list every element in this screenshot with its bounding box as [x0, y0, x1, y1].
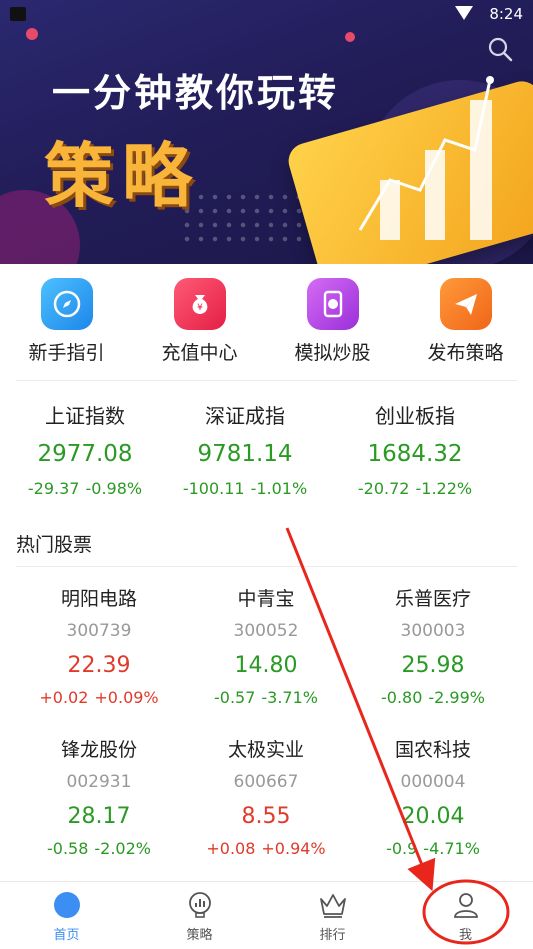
stock-name: 中青宝 [237, 588, 295, 610]
stock-change: -0.9 -4.71% [386, 839, 480, 858]
stock-change: -0.57 -3.71% [213, 688, 318, 707]
menu-label: 充值中心 [161, 342, 238, 364]
home-dot-icon [52, 890, 82, 920]
menu-item-guide[interactable]: 新手指引 [0, 278, 133, 365]
stock-price: 8.55 [241, 804, 291, 829]
stock-item[interactable]: 明阳电路 300739 22.39 +0.02 +0.09% [14, 584, 184, 707]
stock-name: 明阳电路 [60, 588, 137, 610]
decor-dot [345, 32, 355, 42]
stock-price: 14.80 [234, 653, 298, 678]
stock-item[interactable]: 乐普医疗 300003 25.98 -0.80 -2.99% [348, 584, 518, 707]
index-value: 9781.14 [197, 441, 293, 467]
person-icon [451, 890, 481, 920]
tab-label: 策略 [186, 928, 213, 943]
index-name: 上证指数 [45, 404, 125, 428]
quick-menu: 新手指引 ¥ 充值中心 模拟炒股 发布策略 [0, 264, 533, 380]
menu-label: 发布策略 [427, 342, 504, 364]
divider [16, 566, 517, 567]
stock-change: +0.08 +0.94% [206, 839, 326, 858]
app-screen: 8:24 一分钟教你玩转 策略 新手指引 ¥ 充值中心 模拟炒股 发布策略 上证… [0, 0, 533, 949]
stock-price: 25.98 [401, 653, 465, 678]
banner-subtitle: 策略 [44, 135, 200, 217]
lightbulb-chart-icon [185, 890, 215, 920]
stock-item[interactable]: 中青宝 300052 14.80 -0.57 -3.71% [181, 584, 351, 707]
stock-change: -0.58 -2.02% [46, 839, 151, 858]
index-change: -20.72 -1.22% [357, 479, 473, 498]
stock-price: 20.04 [401, 804, 465, 829]
rising-chart-icon [358, 76, 494, 240]
stock-change: +0.02 +0.09% [39, 688, 159, 707]
stock-item[interactable]: 国农科技 000004 20.04 -0.9 -4.71% [348, 735, 518, 858]
tab-me[interactable]: 我 [399, 890, 532, 943]
stock-name: 国农科技 [394, 739, 471, 761]
money-bag-icon: ¥ [173, 278, 226, 330]
tab-strategy[interactable]: 策略 [133, 890, 266, 943]
wifi-icon [455, 6, 473, 20]
index-chinext[interactable]: 创业板指 1684.32 -20.72 -1.22% [330, 400, 500, 498]
tab-home[interactable]: 首页 [0, 890, 133, 943]
stock-code: 600667 [233, 772, 299, 792]
stock-code: 300739 [66, 621, 132, 641]
stock-change: -0.80 -2.99% [380, 688, 485, 707]
index-value: 2977.08 [37, 441, 133, 467]
stock-item[interactable]: 太极实业 600667 8.55 +0.08 +0.94% [181, 735, 351, 858]
menu-label: 模拟炒股 [294, 342, 371, 364]
index-shenzhen[interactable]: 深证成指 9781.14 -100.11 -1.01% [160, 400, 330, 498]
status-time: 8:24 [489, 5, 523, 23]
stock-code: 002931 [66, 772, 132, 792]
tab-label: 排行 [319, 928, 346, 943]
tab-label: 首页 [53, 928, 80, 943]
hot-stocks-title: 热门股票 [16, 534, 93, 556]
promo-banner[interactable]: 8:24 一分钟教你玩转 策略 [0, 0, 533, 264]
stock-name: 太极实业 [227, 739, 304, 761]
compass-icon [40, 278, 93, 330]
index-shanghai[interactable]: 上证指数 2977.08 -29.37 -0.98% [0, 400, 170, 498]
phone-chart-icon [306, 278, 359, 330]
stock-name: 锋龙股份 [60, 739, 137, 761]
crown-icon [318, 890, 348, 920]
index-name: 创业板指 [375, 404, 455, 428]
menu-item-publish[interactable]: 发布策略 [399, 278, 532, 365]
index-change: -29.37 -0.98% [27, 479, 143, 498]
paper-plane-icon [439, 278, 492, 330]
menu-item-simulate[interactable]: 模拟炒股 [266, 278, 399, 365]
stock-code: 300003 [400, 621, 466, 641]
index-name: 深证成指 [205, 404, 285, 428]
bottom-tab-bar: 首页 策略 排行 我 [0, 881, 533, 949]
tab-label: 我 [458, 928, 472, 943]
stock-price: 22.39 [67, 653, 131, 678]
stock-item[interactable]: 锋龙股份 002931 28.17 -0.58 -2.02% [14, 735, 184, 858]
divider [16, 380, 517, 381]
stock-price: 28.17 [67, 804, 131, 829]
stock-code: 000004 [400, 772, 466, 792]
index-change: -100.11 -1.01% [182, 479, 308, 498]
svg-text:¥: ¥ [197, 303, 203, 313]
status-bar: 8:24 [0, 0, 533, 30]
stock-name: 乐普医疗 [394, 588, 471, 610]
notification-icon [10, 7, 26, 21]
banner-title: 一分钟教你玩转 [52, 71, 340, 115]
tab-ranking[interactable]: 排行 [266, 890, 399, 943]
index-value: 1684.32 [367, 441, 463, 467]
menu-item-recharge[interactable]: ¥ 充值中心 [133, 278, 266, 365]
stock-code: 300052 [233, 621, 299, 641]
menu-label: 新手指引 [28, 342, 105, 364]
search-icon[interactable] [487, 36, 513, 62]
